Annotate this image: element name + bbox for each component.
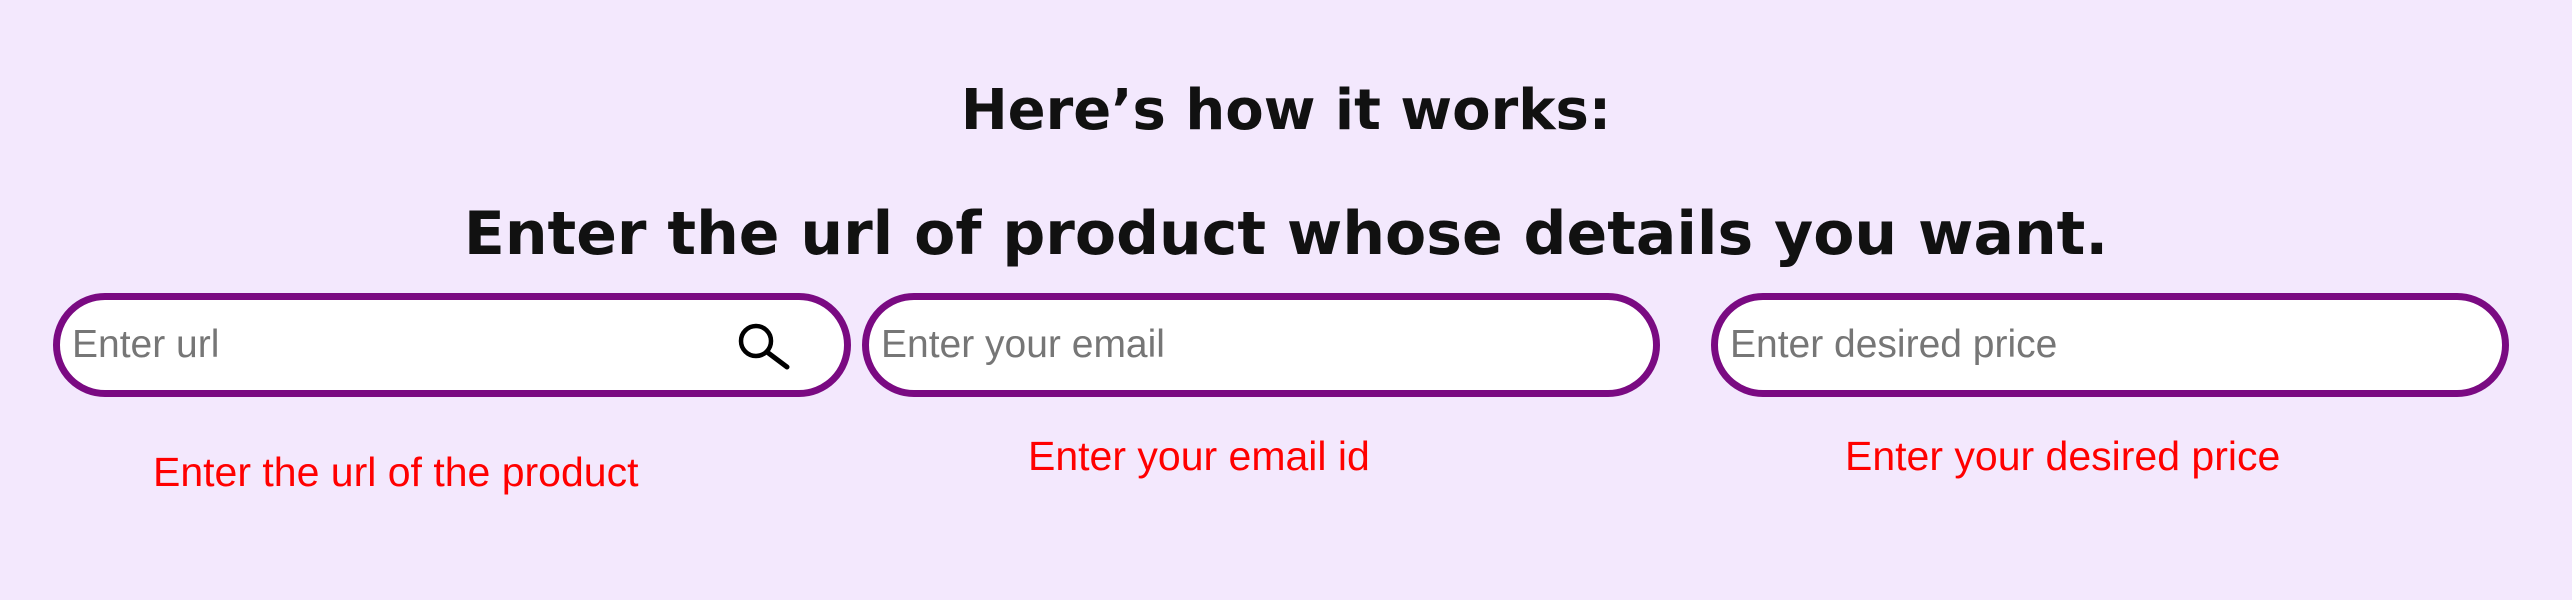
email-field[interactable] <box>862 293 1660 397</box>
price-field[interactable] <box>1711 293 2509 397</box>
instruction-text: Enter the url of product whose details y… <box>463 199 2109 269</box>
price-error-message: Enter your desired price <box>1845 433 2281 479</box>
url-field[interactable] <box>53 293 851 397</box>
email-error-message: Enter your email id <box>1028 433 1370 479</box>
search-button[interactable] <box>732 320 792 372</box>
email-input[interactable] <box>881 315 1625 375</box>
how-it-works-heading: Here’s how it works: <box>960 78 1612 143</box>
url-input[interactable] <box>72 315 712 375</box>
price-input[interactable] <box>1730 315 2474 375</box>
search-icon[interactable] <box>732 320 792 372</box>
url-error-message: Enter the url of the product <box>153 449 639 495</box>
